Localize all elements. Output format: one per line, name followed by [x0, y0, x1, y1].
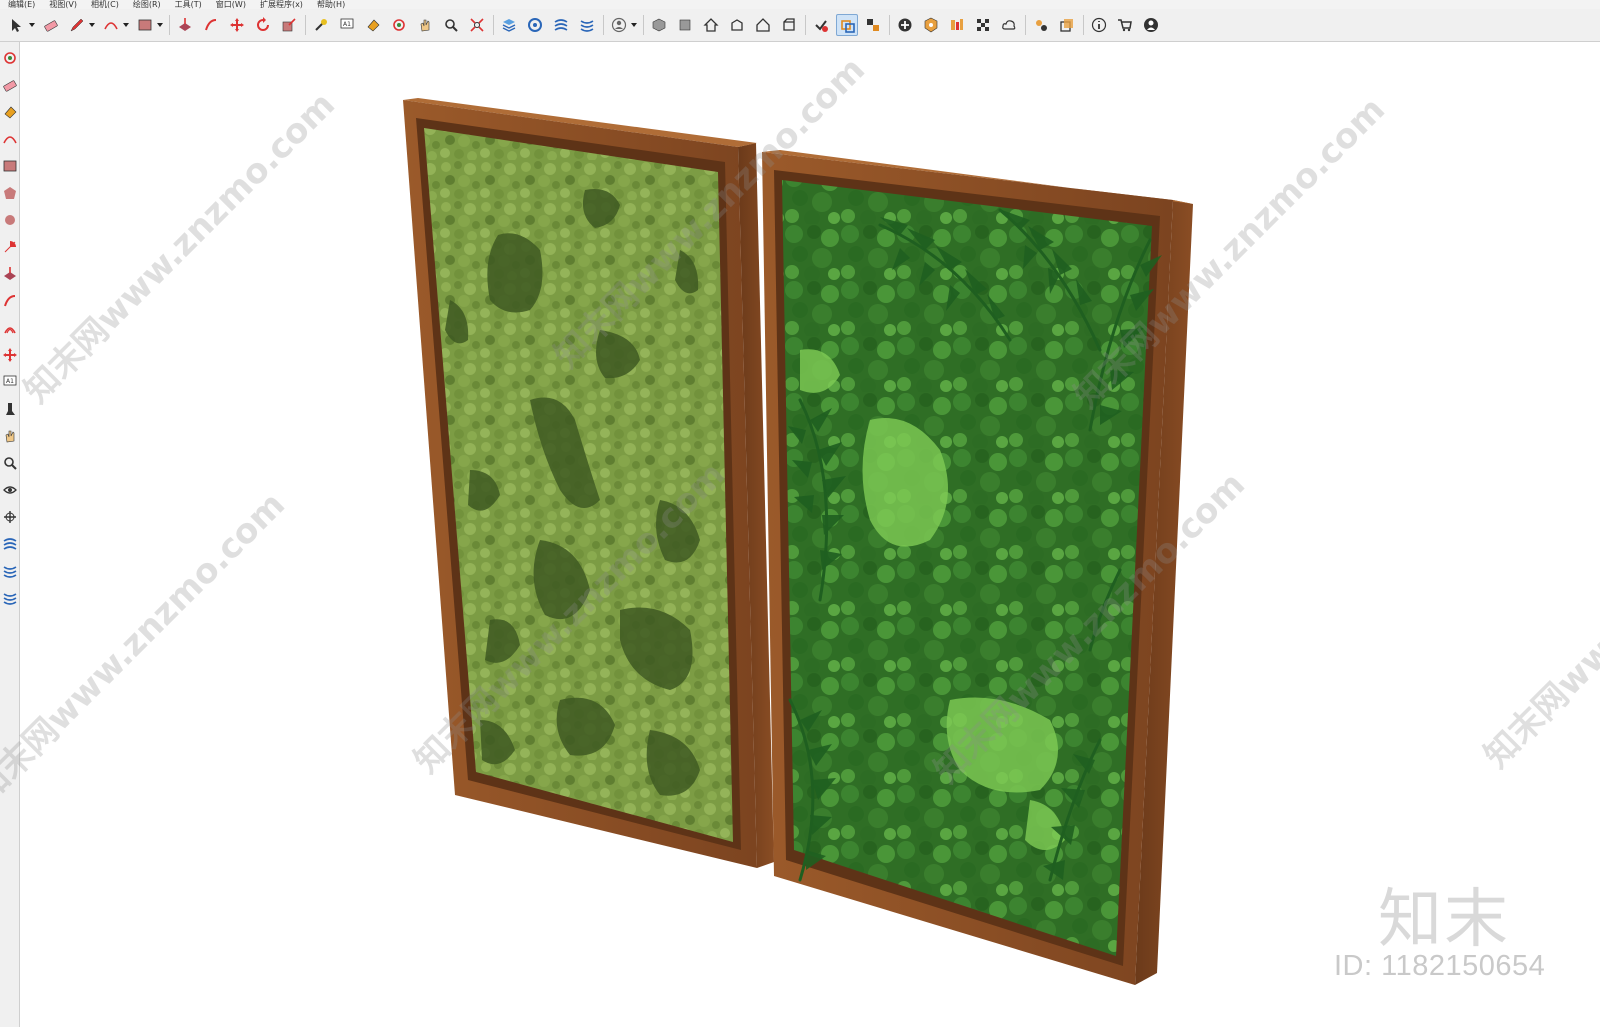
toolbar-separator: [603, 15, 604, 35]
settings-tool-button[interactable]: [1030, 14, 1052, 36]
toolbar-separator: [1025, 15, 1026, 35]
asset-id: ID: 1182150654: [1334, 950, 1546, 982]
sandbox2-icon[interactable]: [2, 590, 18, 606]
toolbar-separator: [493, 15, 494, 35]
pan-tool-button[interactable]: [414, 14, 436, 36]
followme-tool-button[interactable]: [200, 14, 222, 36]
sandbox-icon[interactable]: [2, 563, 18, 579]
extension-tool-button[interactable]: [946, 14, 968, 36]
pushpull-tool-button[interactable]: [174, 14, 196, 36]
toolbar-separator: [805, 15, 806, 35]
menu-item[interactable]: 编辑(E): [8, 0, 35, 9]
components-tool-button[interactable]: [862, 14, 884, 36]
left-toolbar: A1: [0, 42, 20, 1027]
main-toolbar: A1: [0, 9, 1600, 42]
lookaround-icon[interactable]: [2, 509, 18, 525]
home-view-tool-button[interactable]: [700, 14, 722, 36]
chevron-down-icon[interactable]: [123, 23, 129, 27]
window-tool-button[interactable]: [1056, 14, 1078, 36]
section-plane-icon[interactable]: [2, 536, 18, 552]
foliage-surface: [782, 180, 1152, 956]
styles-tool-button[interactable]: [524, 14, 546, 36]
menu-item[interactable]: 绘图(R): [133, 0, 161, 9]
rectangle-icon[interactable]: [2, 158, 18, 174]
add-tool-button[interactable]: [894, 14, 916, 36]
menu-bar: 编辑(E) 视图(V) 相机(C) 绘图(R) 工具(T) 窗口(W) 扩展程序(x) 帮助(…: [0, 0, 1600, 9]
solid-tools-tool-button[interactable]: [810, 14, 832, 36]
pushpull-icon[interactable]: [2, 266, 18, 282]
arc-tool-button[interactable]: [100, 14, 122, 36]
info-tool-button[interactable]: [1088, 14, 1110, 36]
position-camera-icon[interactable]: [2, 482, 18, 498]
chevron-down-icon[interactable]: [157, 23, 163, 27]
circle-icon[interactable]: [2, 212, 18, 228]
arc-icon[interactable]: [2, 131, 18, 147]
menu-item[interactable]: 扩展程序(x): [260, 0, 303, 9]
checker-tool-button[interactable]: [972, 14, 994, 36]
layers-tool-button[interactable]: [498, 14, 520, 36]
tape-tool-button[interactable]: [310, 14, 332, 36]
right-view-tool-button[interactable]: [726, 14, 748, 36]
menu-item[interactable]: 窗口(W): [216, 0, 246, 9]
orbit-tool-button[interactable]: [388, 14, 410, 36]
zoom-icon[interactable]: [2, 455, 18, 471]
menu-item[interactable]: 工具(T): [175, 0, 202, 9]
front-view-tool-button[interactable]: [674, 14, 696, 36]
scenes-tool-button[interactable]: [550, 14, 572, 36]
pan-icon[interactable]: [2, 428, 18, 444]
chevron-down-icon[interactable]: [631, 23, 637, 27]
back-view-tool-button[interactable]: [752, 14, 774, 36]
scale-tool-button[interactable]: [278, 14, 300, 36]
eraser-tool-button[interactable]: [40, 14, 62, 36]
section-tool-button[interactable]: [836, 14, 858, 36]
text-tool-button[interactable]: A1: [336, 14, 358, 36]
iso-view-tool-button[interactable]: [648, 14, 670, 36]
svg-text:A1: A1: [343, 21, 351, 28]
toolbar-separator: [1083, 15, 1084, 35]
menu-item[interactable]: 相机(C): [91, 0, 119, 9]
orbit-icon[interactable]: [2, 50, 18, 66]
toolbar-separator: [889, 15, 890, 35]
zoom-tool-button[interactable]: [440, 14, 462, 36]
brand-logo: 知末: [1378, 883, 1510, 957]
rotate-tool-button[interactable]: [252, 14, 274, 36]
warehouse-tool-button[interactable]: [920, 14, 942, 36]
menu-item[interactable]: 视图(V): [49, 0, 77, 9]
rectangle-tool-button[interactable]: [134, 14, 156, 36]
user-tool-button[interactable]: [1140, 14, 1162, 36]
toolbar-separator: [305, 15, 306, 35]
toolbar-separator: [643, 15, 644, 35]
followme-icon[interactable]: [2, 293, 18, 309]
cloud-tool-button[interactable]: [998, 14, 1020, 36]
toolbar-separator: [169, 15, 170, 35]
paint-tool-button[interactable]: [362, 14, 384, 36]
paint-icon[interactable]: [2, 104, 18, 120]
model-viewport[interactable]: 知末网www.znzmo.com 知末网www.znzmo.com 知末网www…: [0, 42, 1600, 1027]
menu-item[interactable]: 帮助(H): [317, 0, 345, 9]
polygon-icon[interactable]: [2, 185, 18, 201]
zoom-extents-tool-button[interactable]: [466, 14, 488, 36]
pencil-tool-button[interactable]: [66, 14, 88, 36]
left-view-tool-button[interactable]: [778, 14, 800, 36]
eraser-icon[interactable]: [2, 77, 18, 93]
move-tool-button[interactable]: [226, 14, 248, 36]
account-tool-button[interactable]: [608, 14, 630, 36]
move-icon[interactable]: [2, 347, 18, 363]
pie-icon[interactable]: [2, 239, 18, 255]
chevron-down-icon[interactable]: [29, 23, 35, 27]
sandbox-tool-button[interactable]: [576, 14, 598, 36]
walk-icon[interactable]: [2, 401, 18, 417]
cart-tool-button[interactable]: [1114, 14, 1136, 36]
select-tool-button[interactable]: [6, 14, 28, 36]
chevron-down-icon[interactable]: [89, 23, 95, 27]
offset-icon[interactable]: [2, 320, 18, 336]
